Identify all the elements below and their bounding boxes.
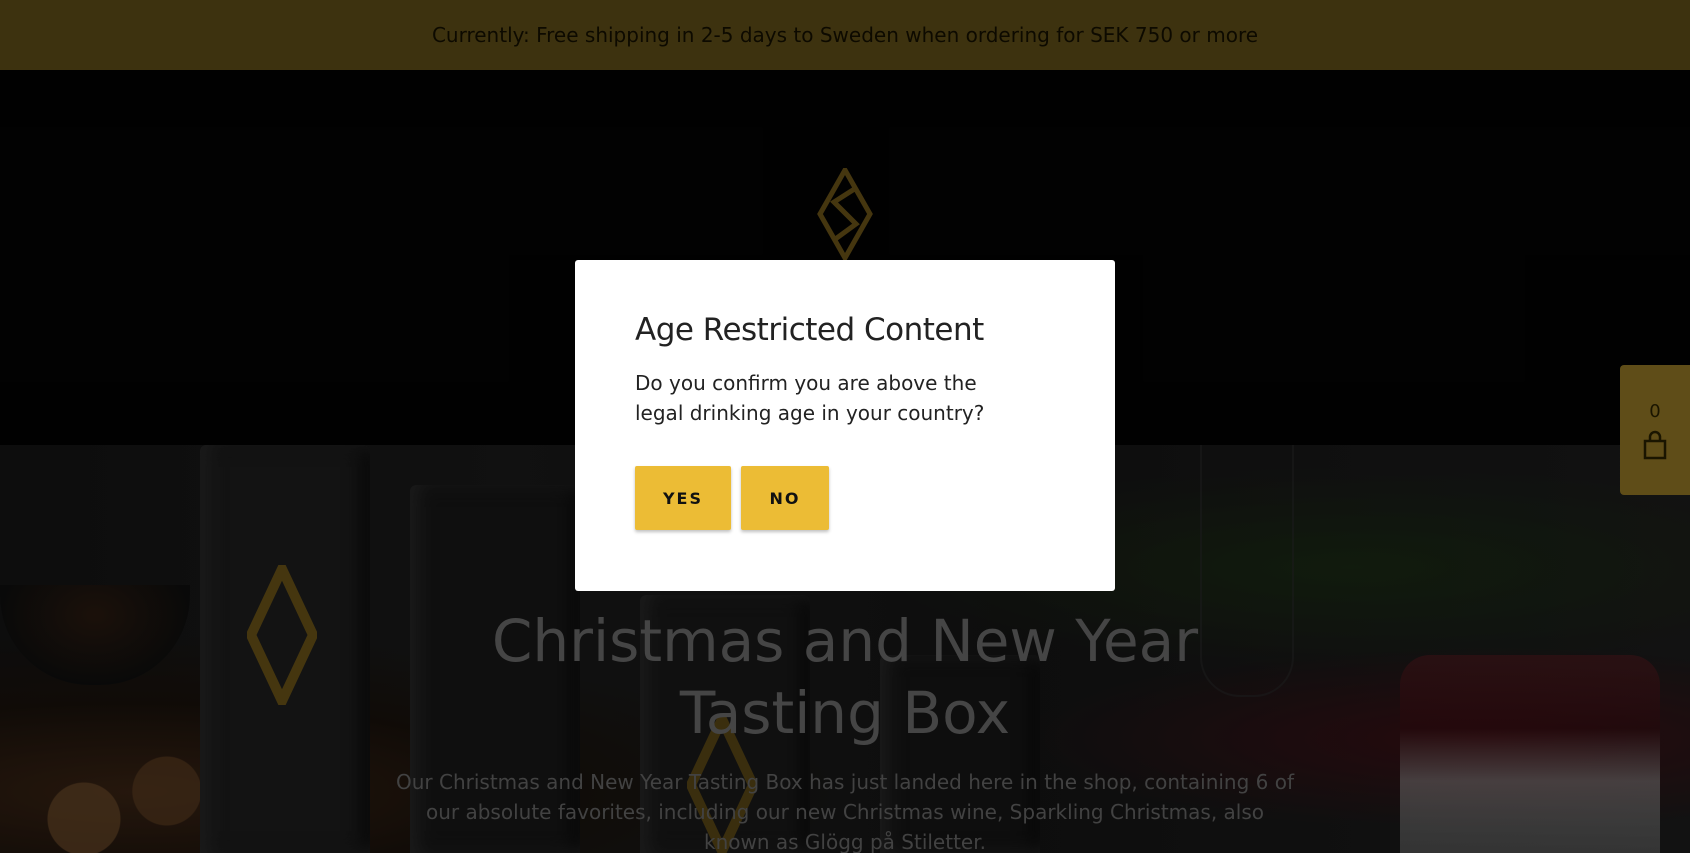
cart-count: 0: [1649, 400, 1661, 422]
age-verification-modal: Age Restricted Content Do you confirm yo…: [575, 260, 1115, 591]
no-button[interactable]: NO: [741, 466, 829, 530]
modal-actions: YES NO: [635, 466, 1055, 530]
cart-button[interactable]: 0: [1620, 365, 1690, 495]
yes-button[interactable]: YES: [635, 466, 731, 530]
shopping-bag-icon: [1643, 430, 1667, 459]
modal-question: Do you confirm you are above the legal d…: [635, 371, 985, 425]
modal-title: Age Restricted Content: [635, 312, 984, 348]
